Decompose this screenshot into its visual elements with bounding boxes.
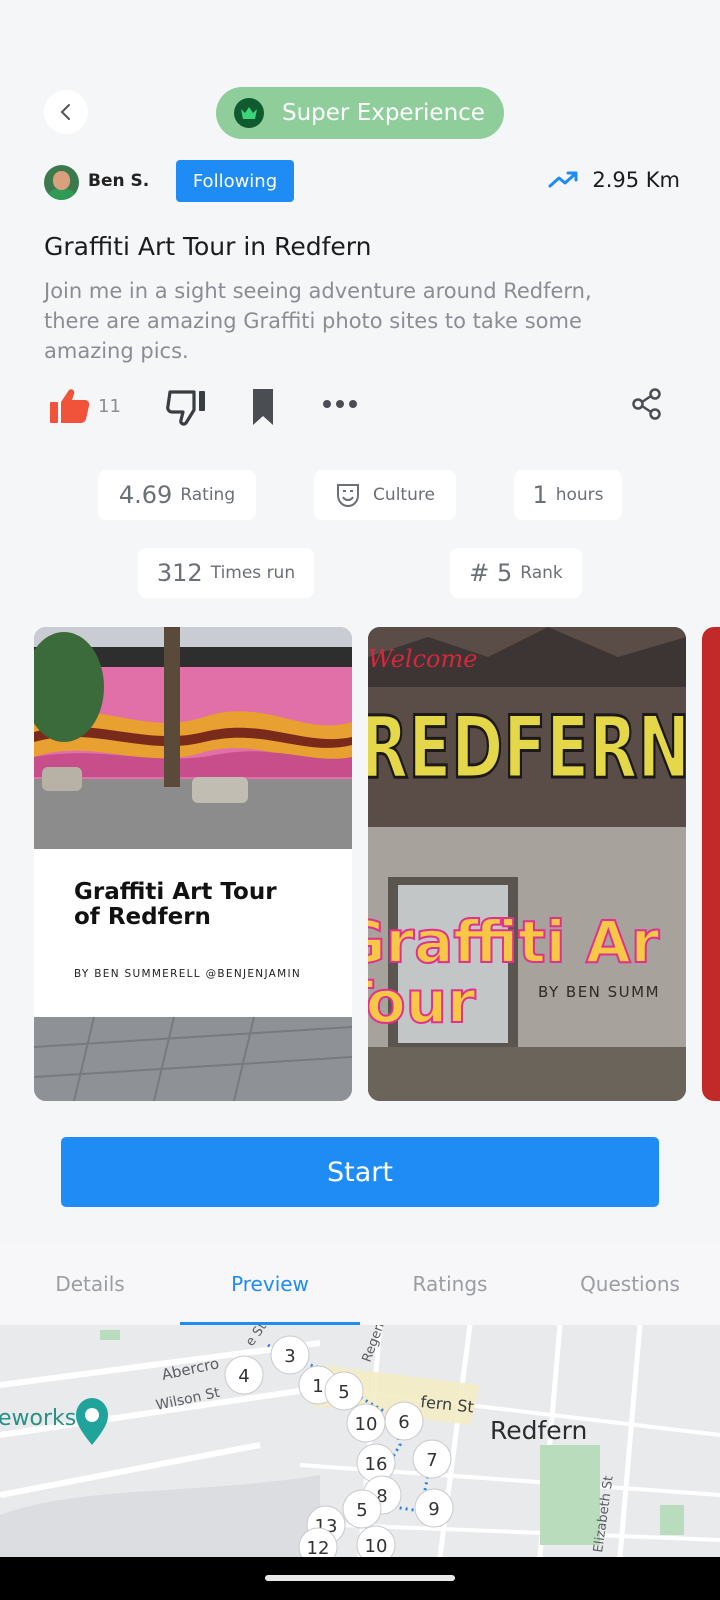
start-button[interactable]: Start [61,1137,659,1207]
rank-value: # 5 [469,559,513,587]
route-marker[interactable]: 6 [384,1401,424,1441]
distance-value: 2.95 Km [592,168,680,192]
tab-bar: Details Preview Ratings Questions [0,1243,720,1325]
bookmark-button[interactable] [252,388,274,426]
rank-label: Rank [520,563,563,583]
badge-label: Super Experience [282,100,485,126]
svg-text:6: 6 [398,1412,409,1433]
tour-description: Join me in a sight seeing adventure arou… [44,279,592,363]
route-marker[interactable]: 5 [342,1489,382,1529]
rating-value: 4.69 [118,481,173,509]
tab-questions[interactable]: Questions [540,1243,720,1325]
svg-text:12: 12 [307,1538,330,1557]
thumbs-down-icon [166,390,205,426]
share-icon [632,388,661,420]
chevron-left-icon [60,104,70,120]
author-row: Ben S. Following 2.95 Km [44,160,680,202]
route-map[interactable]: Abercro Wilson St Regen e St fern St Red… [0,1325,720,1557]
crown-icon [234,98,264,128]
svg-text:7: 7 [426,1450,437,1471]
distance-readout: 2.95 Km [548,168,680,192]
tab-details[interactable]: Details [0,1243,180,1325]
page-title: Graffiti Art Tour in Redfern [44,232,372,261]
avatar[interactable] [44,165,79,200]
svg-text:1: 1 [312,1376,323,1397]
card1-byline: BY BEN SUMMERELL @BENJENJAMIN [74,968,301,980]
gallery-card-2[interactable]: Welcome REDFERN Graffiti ArTour BY BEN S… [368,627,686,1101]
more-horizontal-icon [323,400,357,408]
svg-text:9: 9 [428,1499,439,1520]
card2-sign: REDFERN [368,698,686,798]
trending-up-icon [548,171,578,188]
super-experience-badge: Super Experience [216,87,504,139]
photo-gallery[interactable]: Graffiti Art Tour of Redfern BY BEN SUMME… [0,627,720,1101]
theater-mask-icon [337,484,360,508]
duration-value: 1 [532,481,548,509]
route-marker[interactable]: 4 [224,1355,264,1395]
times-run-value: 312 [156,559,203,587]
rank-chip: # 5 Rank [450,548,582,598]
gallery-card-3[interactable] [702,627,720,1101]
back-button[interactable] [44,90,88,134]
redfern-sign-photo: Welcome REDFERN Graffiti ArTour BY BEN S… [368,627,686,1101]
tab-ratings[interactable]: Ratings [360,1243,540,1325]
map-label-redfern: Redfern [490,1416,587,1445]
category-label: Culture [373,485,435,505]
map-label-works: eworks [0,1406,76,1431]
author-name[interactable]: Ben S. [88,171,149,191]
rating-label: Rating [180,485,236,505]
times-run-label: Times run [210,563,296,583]
route-marker[interactable]: 3 [270,1335,310,1375]
actions-row: 11 [50,388,680,432]
svg-text:4: 4 [238,1366,249,1387]
svg-text:10: 10 [365,1536,388,1557]
system-nav-bar [0,1557,720,1600]
route-marker[interactable]: 10 [346,1403,386,1443]
svg-text:5: 5 [356,1500,367,1521]
category-chip: Culture [314,470,456,520]
route-marker[interactable]: 16 [356,1443,396,1483]
tab-preview[interactable]: Preview [180,1243,360,1325]
card2-welcome: Welcome [368,645,477,673]
card2-byline: BY BEN SUMM [538,983,660,1001]
like-count: 11 [98,395,121,417]
times-run-chip: 312 Times run [138,548,314,598]
duration-chip: 1 hours [514,470,622,520]
like-button[interactable]: 11 [50,388,121,424]
svg-text:10: 10 [355,1414,378,1435]
bookmark-icon [253,389,273,425]
route-marker[interactable]: 9 [414,1488,454,1528]
map-canvas: Abercro Wilson St Regen e St fern St Red… [0,1325,720,1557]
route-marker[interactable]: 5 [324,1371,364,1411]
duration-label: hours [555,485,604,505]
thumbs-up-icon [50,389,90,423]
more-options-button[interactable] [322,398,358,410]
rating-chip: 4.69 Rating [98,470,256,520]
graffiti-wall-photo: Graffiti Art Tour of Redfern BY BEN SUMME… [34,627,352,1101]
svg-text:3: 3 [284,1346,295,1367]
following-button[interactable]: Following [176,160,294,202]
home-indicator[interactable] [265,1575,455,1581]
dislike-button[interactable] [166,388,208,426]
svg-text:16: 16 [365,1454,388,1475]
gallery-card-1[interactable]: Graffiti Art Tour of Redfern BY BEN SUMME… [34,627,352,1101]
route-marker[interactable]: 7 [412,1439,452,1479]
svg-text:5: 5 [338,1382,349,1403]
share-button[interactable] [632,388,662,420]
